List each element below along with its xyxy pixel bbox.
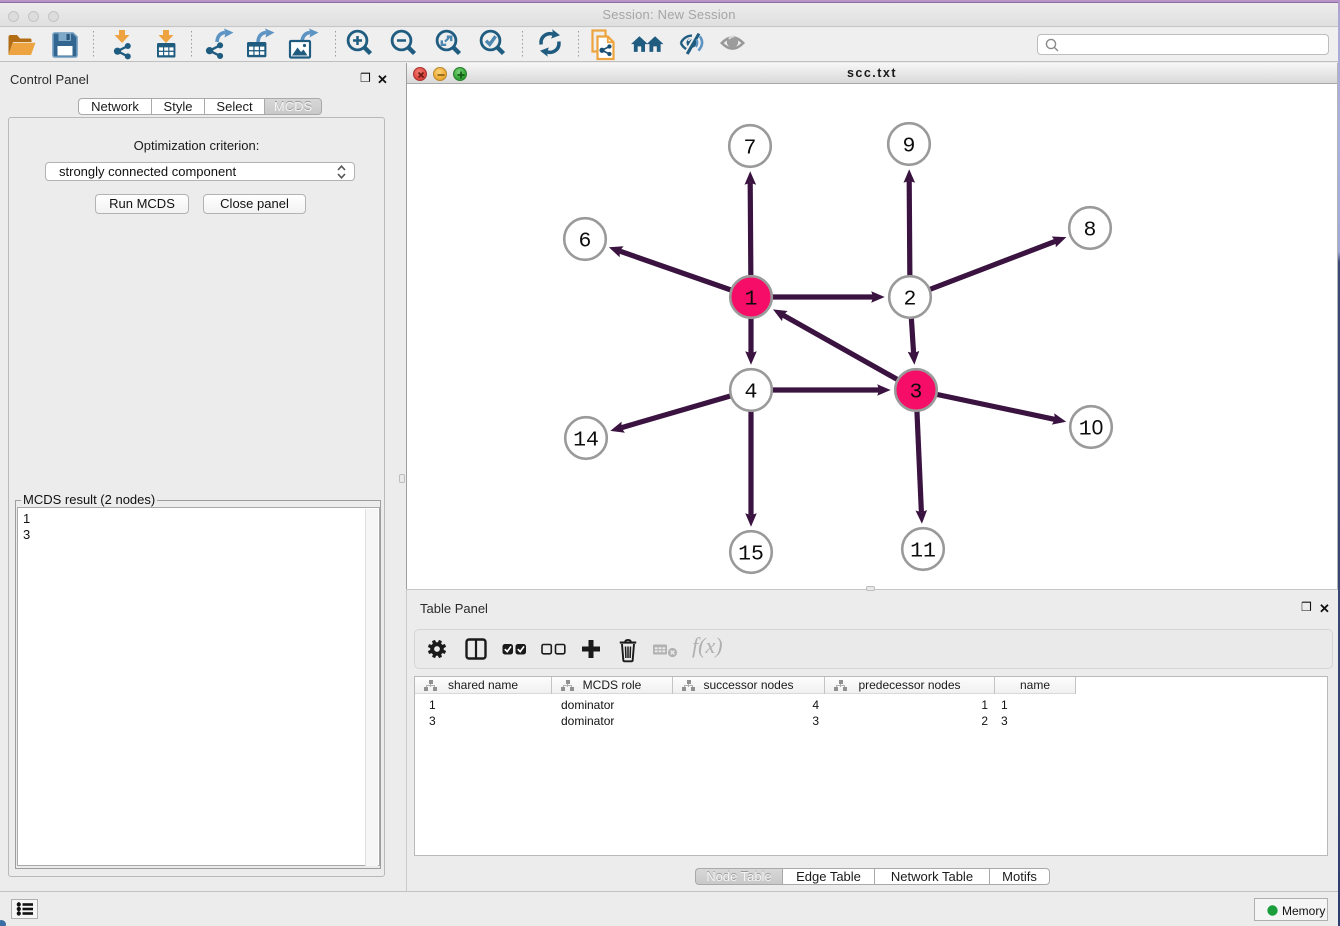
svg-text:3: 3 xyxy=(910,381,923,405)
svg-text:4: 4 xyxy=(745,381,758,405)
svg-text:15: 15 xyxy=(738,543,764,567)
svg-text:2: 2 xyxy=(904,288,917,312)
svg-text:7: 7 xyxy=(744,137,757,161)
svg-text:9: 9 xyxy=(903,135,916,159)
svg-text:6: 6 xyxy=(579,230,592,254)
svg-text:14: 14 xyxy=(573,429,599,453)
svg-text:1: 1 xyxy=(745,288,758,312)
svg-text:10: 10 xyxy=(1079,417,1104,442)
svg-text:11: 11 xyxy=(910,540,936,564)
svg-text:8: 8 xyxy=(1084,219,1097,243)
